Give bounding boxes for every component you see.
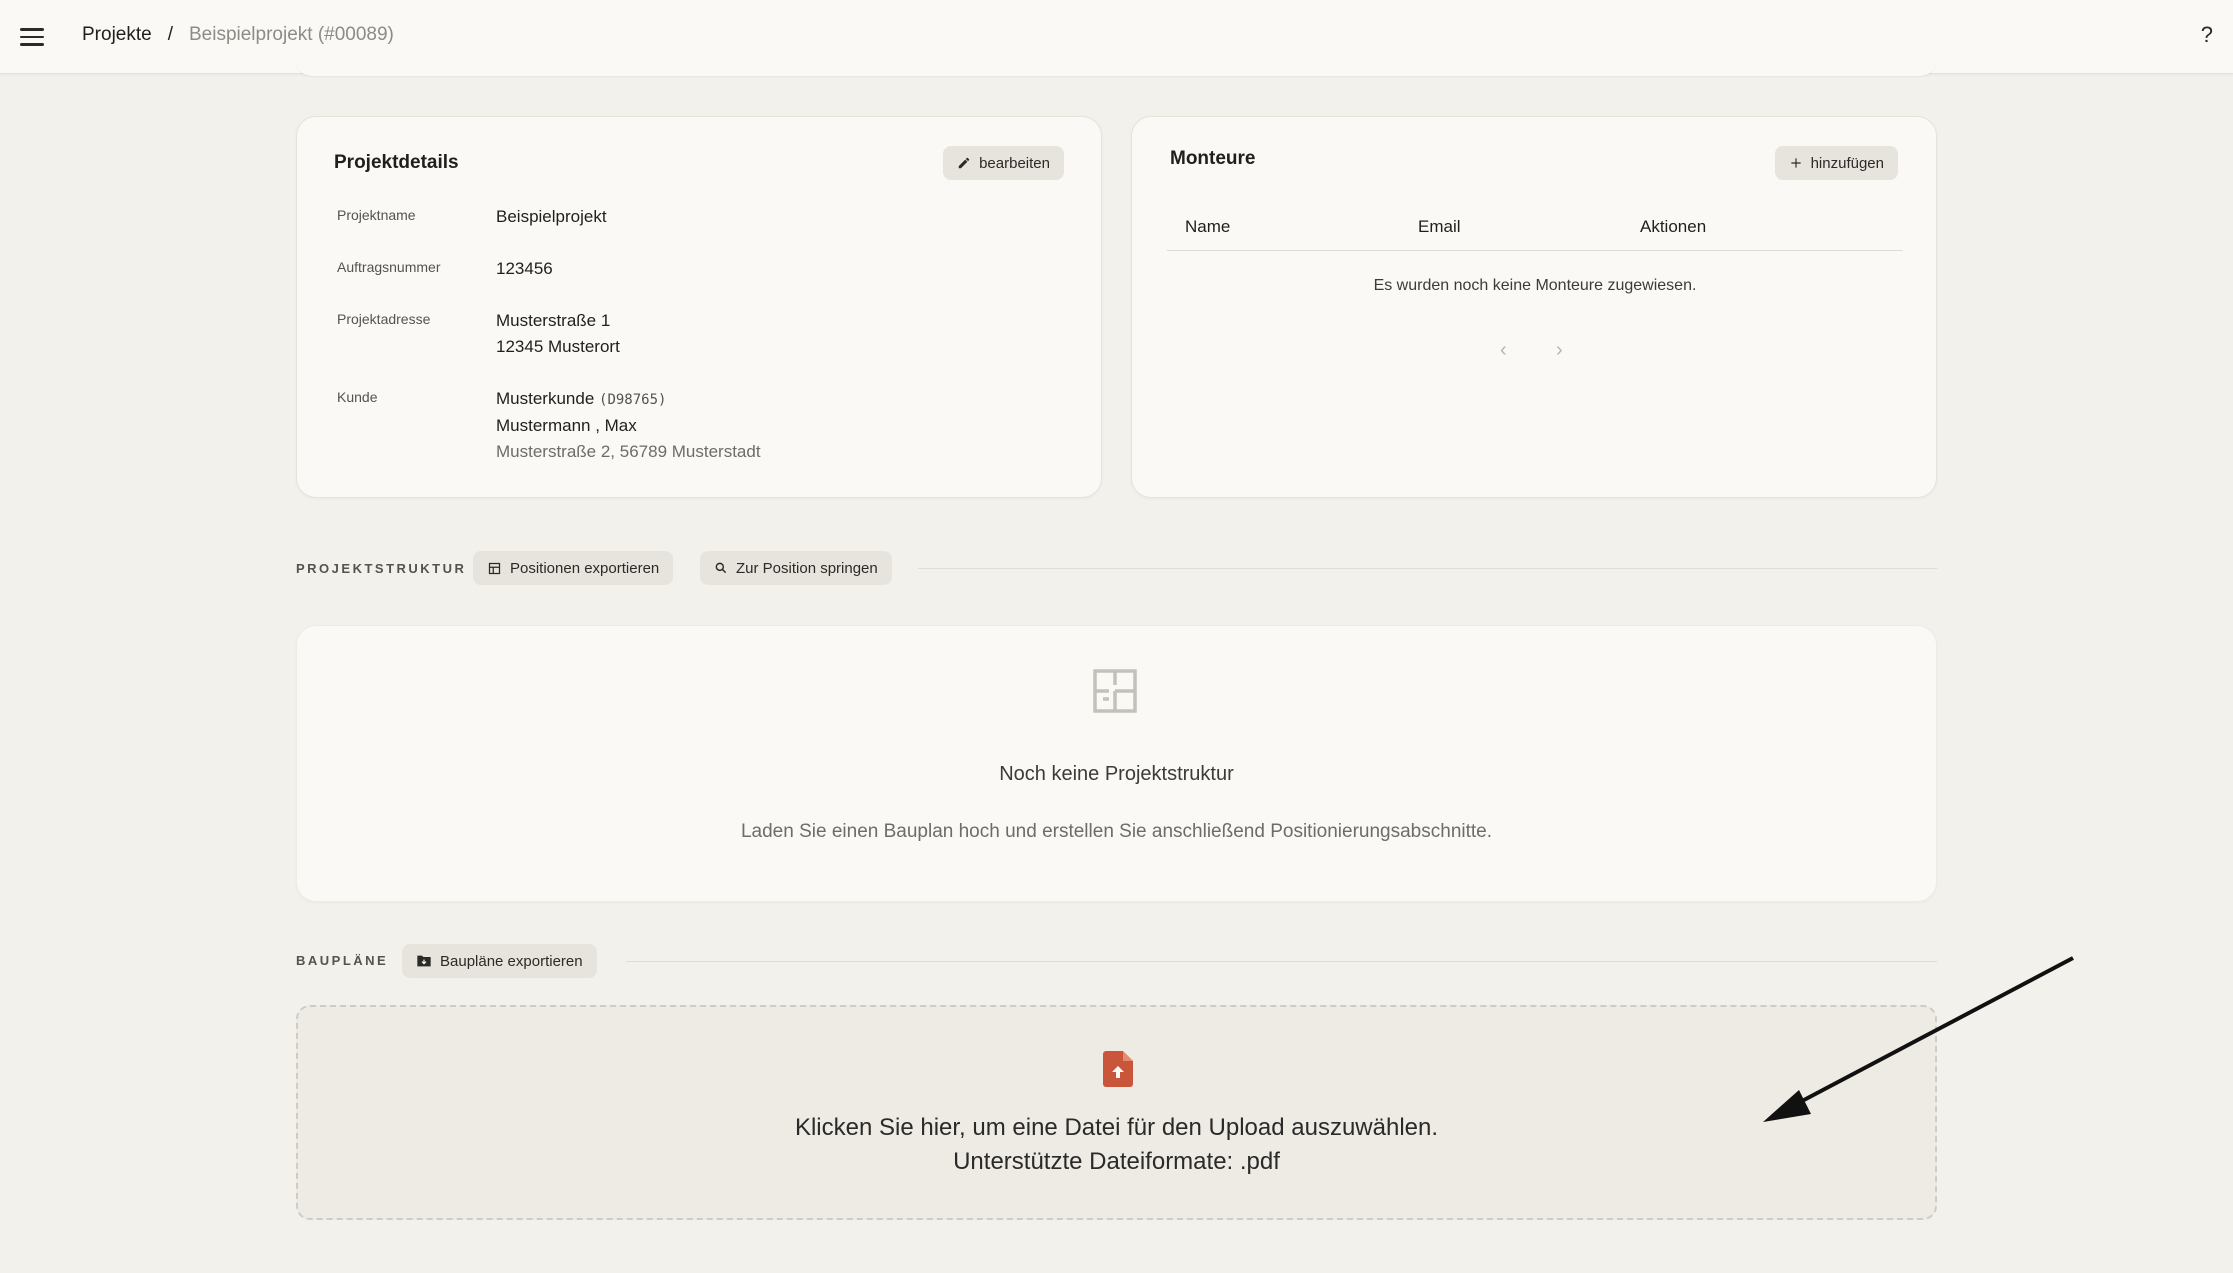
project-details-title: Projektdetails — [334, 152, 459, 173]
structure-empty-title: Noch keine Projektstruktur — [999, 763, 1234, 785]
detail-label: Auftragsnummer — [337, 259, 441, 275]
breadcrumb-separator: / — [167, 24, 173, 45]
customer-contact: Mustermann , Max — [496, 416, 637, 435]
edit-button-label: bearbeiten — [979, 154, 1050, 172]
detail-value: Musterstraße 1 12345 Musterort — [496, 308, 620, 360]
detail-value: Beispielprojekt — [496, 207, 607, 226]
section-divider — [626, 961, 1937, 962]
section-divider — [918, 568, 1937, 569]
customer-code: (D98765) — [599, 392, 667, 408]
search-icon — [715, 562, 727, 574]
column-email[interactable]: Email — [1418, 217, 1461, 237]
folder-icon — [417, 955, 431, 967]
customer-name: Musterkunde — [496, 389, 595, 408]
detail-row-projektname: Projektname Beispielprojekt — [337, 204, 607, 230]
detail-value: Musterkunde (D98765) Mustermann , Max Mu… — [496, 386, 761, 465]
project-details-card: Projektdetails bearbeiten Projektname Be… — [296, 116, 1102, 498]
detail-label: Kunde — [337, 389, 378, 405]
monteure-title: Monteure — [1170, 148, 1256, 169]
breadcrumb-current: Beispielprojekt (#00089) — [188, 24, 394, 45]
floorplan-icon — [1093, 669, 1137, 713]
detail-row-projektadresse: Projektadresse Musterstraße 1 12345 Must… — [337, 308, 620, 360]
help-button[interactable]: ? — [2201, 22, 2213, 48]
add-monteur-button[interactable]: hinzufügen — [1774, 146, 1898, 180]
breadcrumb-projekte[interactable]: Projekte — [82, 24, 152, 46]
monteure-empty-message: Es wurden noch keine Monteure zugewiesen… — [1373, 277, 1697, 294]
jump-to-position-label: Zur Position springen — [736, 559, 878, 577]
pdf-upload-icon — [1103, 1051, 1133, 1087]
export-positions-label: Positionen exportieren — [510, 559, 660, 577]
address-line-1: Musterstraße 1 — [496, 311, 611, 330]
bauplaene-label: BAUPLÄNE — [296, 953, 389, 968]
upload-line-1: Klicken Sie hier, um eine Datei für den … — [794, 1114, 1439, 1141]
jump-to-position-button[interactable]: Zur Position springen — [700, 551, 892, 585]
projektstruktur-label: PROJEKTSTRUKTUR — [296, 561, 467, 576]
address-line-2: 12345 Musterort — [496, 337, 620, 356]
menu-icon[interactable] — [20, 23, 48, 51]
detail-row-auftragsnummer: Auftragsnummer 123456 — [337, 256, 553, 282]
detail-label: Projektname — [337, 207, 416, 223]
next-page-button[interactable]: › — [1556, 339, 1563, 362]
table-icon — [488, 562, 501, 574]
column-name[interactable]: Name — [1185, 217, 1230, 237]
detail-value: 123456 — [496, 259, 553, 278]
export-positions-button[interactable]: Positionen exportieren — [473, 551, 674, 585]
customer-address: Musterstraße 2, 56789 Musterstadt — [496, 442, 761, 461]
arrow-annotation — [1763, 956, 2074, 1122]
export-plans-button[interactable]: Baupläne exportieren — [402, 944, 597, 978]
previous-card-edge — [296, 60, 1936, 76]
add-monteur-label: hinzufügen — [1810, 154, 1884, 172]
structure-empty-text: Laden Sie einen Bauplan hoch und erstell… — [740, 821, 1493, 842]
detail-row-kunde: Kunde Musterkunde (D98765) Mustermann , … — [337, 386, 761, 465]
pdf-upload-dropzone[interactable]: Klicken Sie hier, um eine Datei für den … — [296, 1005, 1937, 1220]
prev-page-button[interactable]: ‹ — [1500, 339, 1507, 362]
pencil-icon — [958, 157, 970, 169]
monteure-table-header: Name Email Aktionen — [1167, 207, 1903, 251]
upload-instructions: Klicken Sie hier, um eine Datei für den … — [298, 1111, 1935, 1179]
plus-icon — [1790, 158, 1801, 168]
edit-button[interactable]: bearbeiten — [943, 146, 1064, 180]
project-structure-empty: Noch keine Projektstruktur Laden Sie ein… — [296, 625, 1937, 902]
export-plans-label: Baupläne exportieren — [440, 952, 583, 970]
monteure-card: Monteure hinzufügen Name Email Aktionen … — [1131, 116, 1937, 498]
detail-label: Projektadresse — [337, 311, 431, 327]
breadcrumb: Projekte / Beispielprojekt (#00089) — [82, 24, 394, 46]
upload-line-2: Unterstützte Dateiformate: .pdf — [953, 1148, 1280, 1175]
column-aktionen: Aktionen — [1640, 217, 1707, 236]
